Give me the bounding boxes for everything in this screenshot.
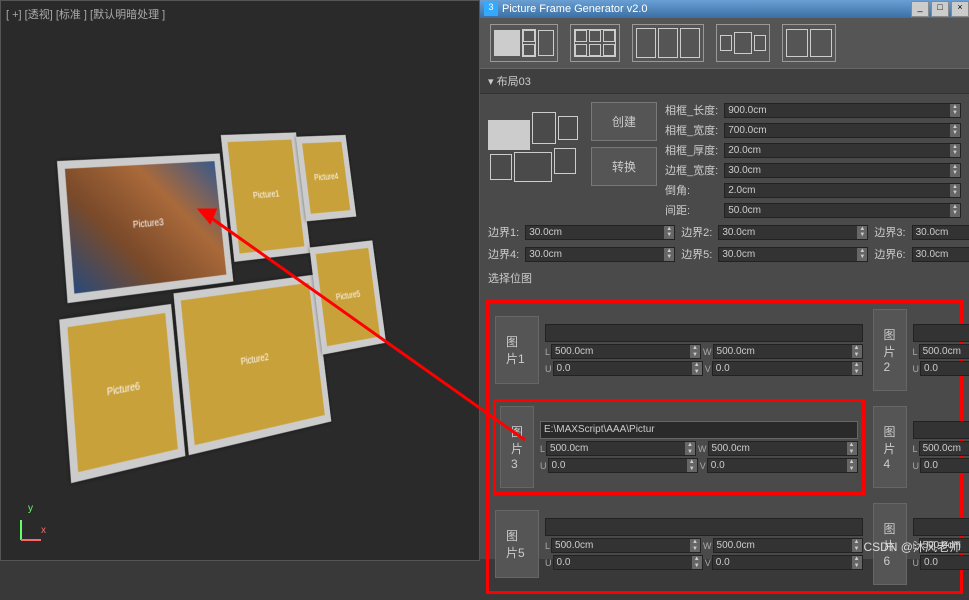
pic-button-3[interactable]: 图片3: [500, 406, 534, 488]
layout-preview: [488, 102, 583, 182]
pic2-U-input[interactable]: ▲▼: [920, 361, 969, 376]
pic-button-5[interactable]: 图片5: [495, 510, 539, 578]
layout-presets: [480, 18, 969, 68]
layout-preset-1[interactable]: [490, 24, 558, 62]
highlight-inner: 图片3E:\MAXScript\AAA\PicturL▲▼W▲▼U▲▼V▲▼: [493, 399, 865, 495]
pic5-U-input[interactable]: ▲▼: [553, 555, 703, 570]
pic-path-5[interactable]: [545, 518, 863, 536]
frame-picture3[interactable]: Picture3: [57, 153, 233, 303]
frame-width-input[interactable]: ▲▼: [724, 123, 961, 138]
bound5-input[interactable]: ▲▼: [718, 247, 868, 262]
frame-thickness-input[interactable]: ▲▼: [724, 143, 961, 158]
titlebar[interactable]: 3 Picture Frame Generator v2.0 _ □ ×: [480, 0, 969, 18]
pic2-L-input[interactable]: ▲▼: [919, 344, 969, 359]
close-button[interactable]: ×: [951, 1, 969, 17]
app-icon: 3: [484, 2, 498, 16]
pic-path-3[interactable]: E:\MAXScript\AAA\Pictur: [540, 421, 858, 439]
create-button[interactable]: 创建: [591, 102, 657, 141]
pic4-L-input[interactable]: ▲▼: [919, 441, 969, 456]
pic6-U-input[interactable]: ▲▼: [920, 555, 969, 570]
pic5-W-input[interactable]: ▲▼: [713, 538, 863, 553]
pic-cell-2: 图片2L▲▼W▲▼U▲▼V▲▼: [871, 307, 969, 393]
pic5-V-input[interactable]: ▲▼: [712, 555, 863, 570]
axis-gizmo: yx: [16, 515, 46, 545]
pic-path-1[interactable]: [545, 324, 863, 342]
frame-length-input[interactable]: ▲▼: [724, 103, 961, 118]
pic3-W-input[interactable]: ▲▼: [708, 441, 858, 456]
pic-path-2[interactable]: [913, 324, 969, 342]
window-title: Picture Frame Generator v2.0: [502, 3, 648, 15]
pic-button-4[interactable]: 图片4: [873, 406, 907, 488]
watermark: CSDN @沐风老师: [863, 538, 961, 555]
pic-button-2[interactable]: 图片2: [873, 309, 907, 391]
bound6-input[interactable]: ▲▼: [912, 247, 969, 262]
border-width-input[interactable]: ▲▼: [724, 163, 961, 178]
pic-cell-5: 图片5L▲▼W▲▼U▲▼V▲▼: [493, 501, 865, 587]
pic-path-6[interactable]: [913, 518, 969, 536]
layout-preset-3[interactable]: [632, 24, 704, 62]
pic1-U-input[interactable]: ▲▼: [553, 361, 703, 376]
panel-picture-frame-generator: 3 Picture Frame Generator v2.0 _ □ × ▾ 布…: [480, 0, 969, 559]
frame-picture4[interactable]: Picture4: [296, 135, 356, 222]
pic3-V-input[interactable]: ▲▼: [707, 458, 858, 473]
pic3-L-input[interactable]: ▲▼: [546, 441, 696, 456]
bound2-input[interactable]: ▲▼: [718, 225, 868, 240]
minimize-button[interactable]: _: [911, 1, 929, 17]
convert-button[interactable]: 转换: [591, 147, 657, 186]
pic1-W-input[interactable]: ▲▼: [713, 344, 863, 359]
frame-picture5[interactable]: Picture5: [309, 240, 386, 354]
pic1-L-input[interactable]: ▲▼: [551, 344, 701, 359]
pic4-U-input[interactable]: ▲▼: [920, 458, 969, 473]
pic-button-1[interactable]: 图片1: [495, 316, 539, 384]
bound4-input[interactable]: ▲▼: [525, 247, 675, 262]
layout-preset-4[interactable]: [716, 24, 770, 62]
frame-picture2[interactable]: Picture2: [173, 275, 331, 456]
pic-cell-1: 图片1L▲▼W▲▼U▲▼V▲▼: [493, 307, 865, 393]
viewport-label[interactable]: [ +] [透视] [标准 ] [默认明暗处理 ]: [6, 6, 165, 22]
pic3-U-input[interactable]: ▲▼: [548, 458, 698, 473]
layout-preset-5[interactable]: [782, 24, 836, 62]
chamfer-input[interactable]: ▲▼: [724, 183, 961, 198]
pic-cell-3: 图片3E:\MAXScript\AAA\PicturL▲▼W▲▼U▲▼V▲▼: [498, 404, 860, 490]
pic-path-4[interactable]: [913, 421, 969, 439]
pic-cell-4: 图片4L▲▼W▲▼U▲▼V▲▼: [871, 399, 969, 495]
pic1-V-input[interactable]: ▲▼: [712, 361, 863, 376]
layout-preset-2[interactable]: [570, 24, 620, 62]
section-header-layout03[interactable]: ▾ 布局03: [480, 68, 969, 94]
viewport-3d[interactable]: [ +] [透视] [标准 ] [默认明暗处理 ] Picture3 Pictu…: [0, 0, 480, 561]
maximize-button[interactable]: □: [931, 1, 949, 17]
frame-picture6[interactable]: Picture6: [59, 304, 185, 483]
gap-input[interactable]: ▲▼: [724, 203, 961, 218]
bitmap-section-label: 选择位图: [488, 270, 961, 286]
pic5-L-input[interactable]: ▲▼: [551, 538, 701, 553]
bound1-input[interactable]: ▲▼: [525, 225, 675, 240]
bound3-input[interactable]: ▲▼: [912, 225, 969, 240]
